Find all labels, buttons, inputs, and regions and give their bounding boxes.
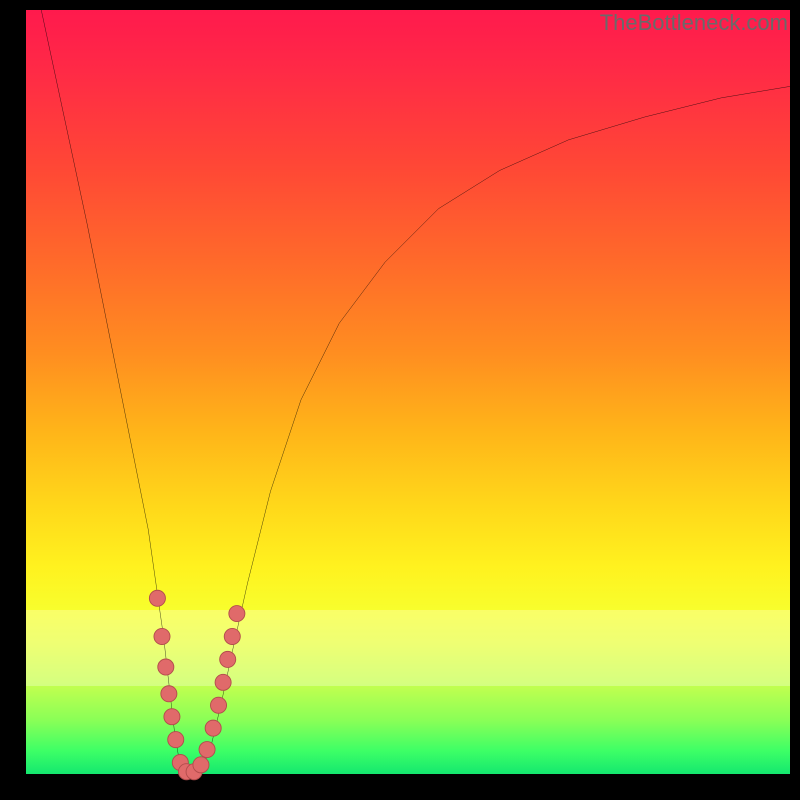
data-dot bbox=[199, 742, 215, 758]
data-dot bbox=[164, 709, 180, 725]
data-dot bbox=[211, 697, 227, 713]
data-dot bbox=[220, 651, 236, 667]
bottleneck-curve bbox=[41, 10, 790, 774]
data-dot bbox=[158, 659, 174, 675]
data-dot bbox=[224, 628, 240, 644]
data-dot bbox=[149, 590, 165, 606]
data-dot bbox=[229, 606, 245, 622]
chart-frame: TheBottleneck.com bbox=[0, 0, 800, 800]
data-dot bbox=[193, 757, 209, 773]
data-dots bbox=[149, 590, 245, 779]
data-dot bbox=[215, 674, 231, 690]
plot-area bbox=[26, 10, 790, 774]
data-dot bbox=[168, 732, 184, 748]
data-dot bbox=[161, 686, 177, 702]
data-dot bbox=[154, 628, 170, 644]
data-dot bbox=[205, 720, 221, 736]
curve-svg bbox=[26, 10, 790, 774]
